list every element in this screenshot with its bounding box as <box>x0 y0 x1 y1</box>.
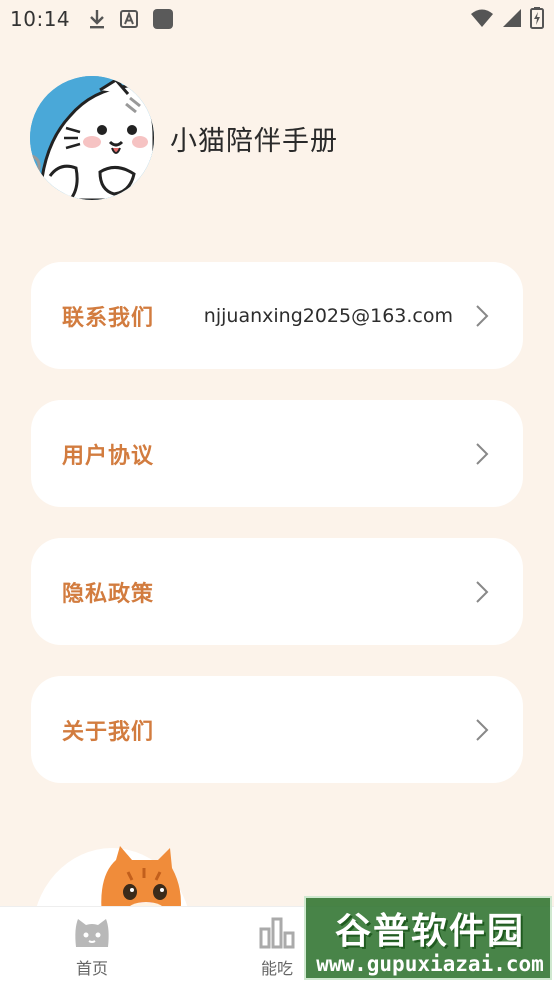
status-notification-icons <box>88 8 174 30</box>
wifi-icon <box>471 9 493 27</box>
nav-item-home[interactable]: 首页 <box>52 915 132 979</box>
menu-item-label: 关于我们 <box>62 719 155 745</box>
menu-item-label: 隐私政策 <box>62 581 155 607</box>
watermark-overlay: 谷普软件园 www.gupuxiazai.com <box>304 896 552 980</box>
battery-icon <box>530 7 544 29</box>
chevron-right-icon <box>476 580 489 603</box>
watermark-url: www.gupuxiazai.com <box>316 952 544 976</box>
menu-item-user-agreement[interactable]: 用户协议 <box>31 400 523 507</box>
menu-item-about-us[interactable]: 关于我们 <box>31 676 523 783</box>
profile-header: 小猫陪伴手册 <box>30 76 338 200</box>
avatar[interactable] <box>30 76 154 200</box>
menu-item-label: 用户协议 <box>62 443 155 469</box>
bar-chart-icon <box>259 917 295 949</box>
chevron-right-icon <box>476 718 489 741</box>
chevron-right-icon <box>476 442 489 465</box>
app-title: 小猫陪伴手册 <box>170 125 338 157</box>
menu-item-label: 联系我们 <box>62 305 155 331</box>
a-icon <box>120 10 139 28</box>
download-icon <box>90 10 105 29</box>
cat-face-icon <box>75 919 109 947</box>
status-bar: 10:14 <box>0 0 554 38</box>
settings-menu: 联系我们 njjuanxing2025@163.com 用户协议 隐私政策 关于… <box>31 262 523 814</box>
menu-item-privacy-policy[interactable]: 隐私政策 <box>31 538 523 645</box>
status-time: 10:14 <box>10 7 71 31</box>
contact-email: njjuanxing2025@163.com <box>203 304 453 327</box>
page: 10:14 小猫陪伴手册 联系我们 njjuanxing2025@163.com… <box>0 0 554 984</box>
watermark-title: 谷普软件园 <box>334 911 525 952</box>
nav-label: 首页 <box>75 959 108 978</box>
signal-icon <box>503 9 521 27</box>
square-icon <box>153 9 174 29</box>
menu-item-contact-us[interactable]: 联系我们 njjuanxing2025@163.com <box>31 262 523 369</box>
cat-avatar-icon <box>30 76 154 200</box>
chevron-right-icon <box>476 304 489 327</box>
status-system-icons <box>470 7 544 29</box>
